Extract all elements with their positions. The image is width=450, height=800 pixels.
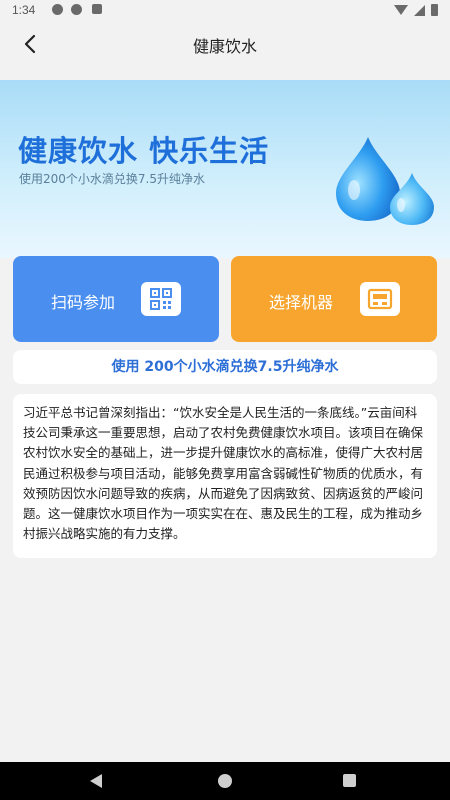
wifi-icon — [394, 5, 408, 15]
shield-icon — [71, 4, 82, 15]
nav-back-icon[interactable] — [90, 774, 102, 788]
nav-recent-icon[interactable] — [343, 774, 356, 787]
system-nav-bar — [0, 762, 450, 800]
hero-banner: 健康饮水 快乐生活 使用200个小水滴兑换7.5升纯净水 — [0, 80, 450, 258]
status-left-icons — [52, 4, 102, 15]
app-bar: 健康饮水 — [0, 20, 450, 68]
exchange-info-banner[interactable]: 使用 200个小水滴兑换7.5升纯净水 — [13, 350, 437, 384]
water-drops-image — [336, 137, 434, 225]
battery-icon — [431, 4, 438, 16]
qr-code-icon — [141, 282, 181, 316]
status-time: 1:34 — [12, 3, 36, 17]
status-bar: 1:34 — [0, 0, 450, 20]
select-machine-button[interactable]: 选择机器 — [231, 256, 437, 342]
banner-title: 健康饮水 快乐生活 — [18, 134, 270, 168]
project-description: 习近平总书记曾深刻指出：“饮水安全是人民生活的一条底线。”云亩间科技公司秉承这一… — [13, 394, 437, 558]
settings-icon — [52, 4, 63, 15]
page-title: 健康饮水 — [192, 37, 257, 56]
storage-icon — [92, 4, 102, 14]
nav-home-icon[interactable] — [218, 774, 232, 788]
signal-icon — [414, 4, 425, 16]
select-machine-label: 选择机器 — [269, 293, 334, 312]
scan-join-label: 扫码参加 — [51, 293, 116, 312]
scan-join-button[interactable]: 扫码参加 — [13, 256, 219, 342]
banner-subtitle: 使用200个小水滴兑换7.5升纯净水 — [19, 172, 205, 186]
machine-card-icon — [360, 282, 400, 316]
status-right-icons — [394, 4, 438, 16]
